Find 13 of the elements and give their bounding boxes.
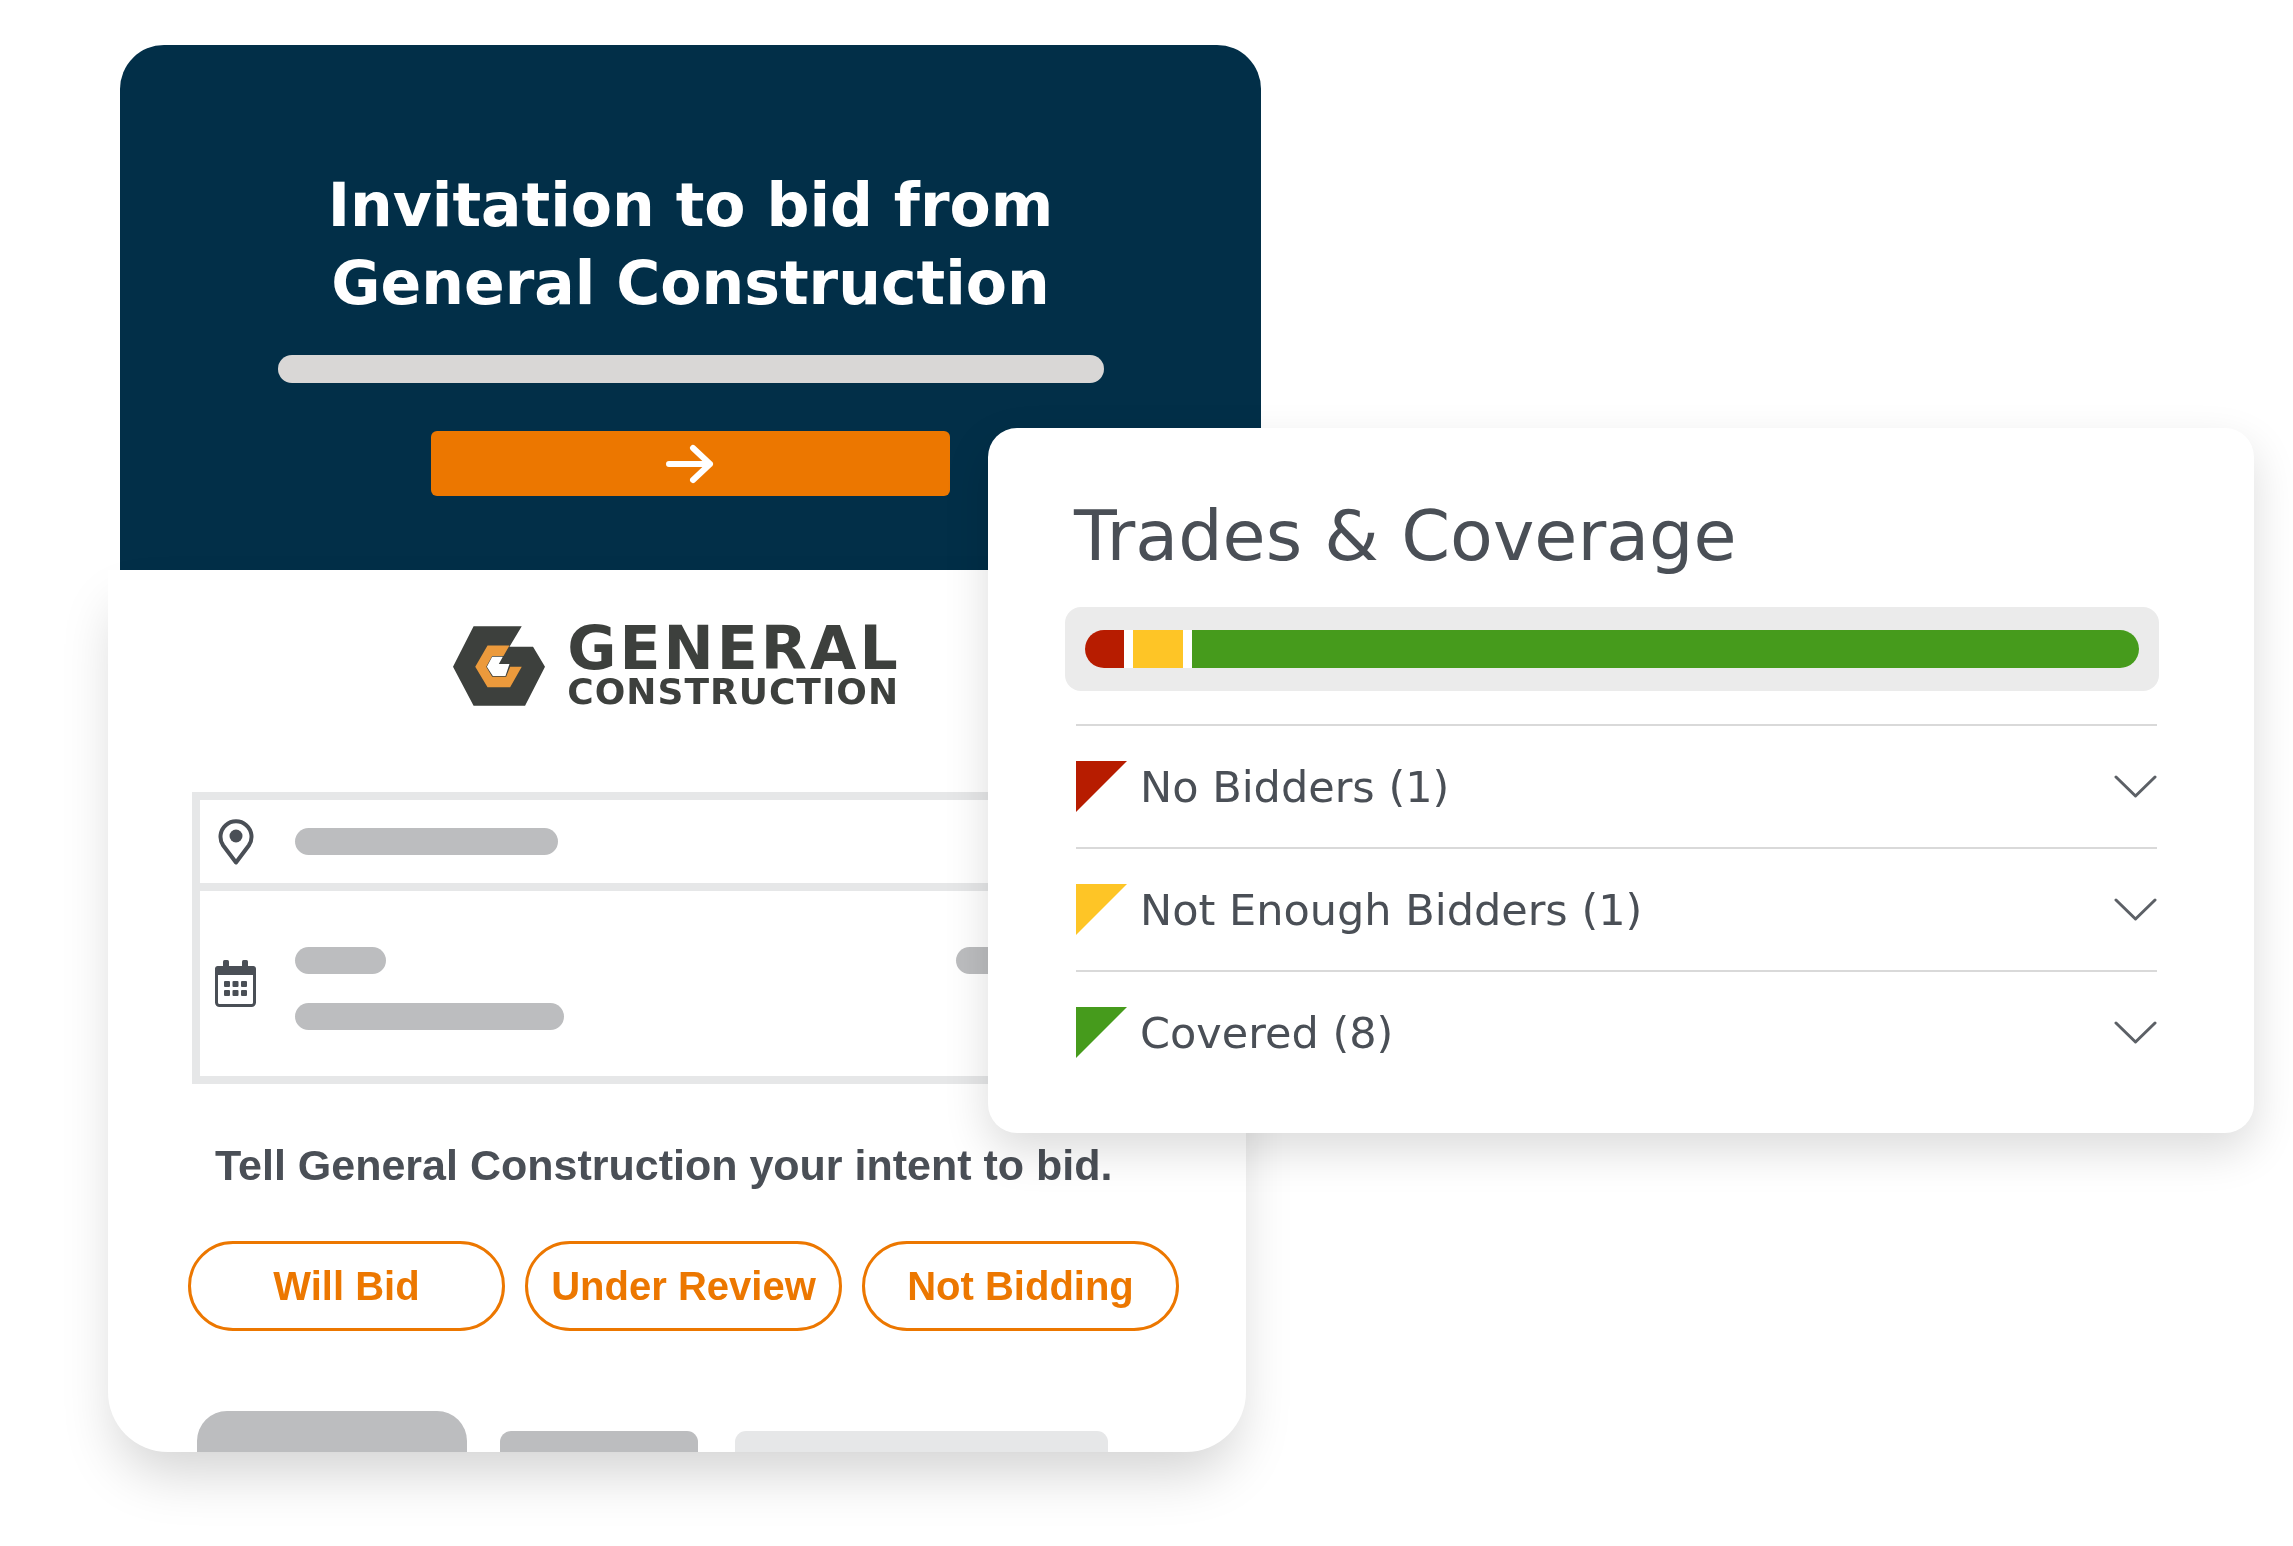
invitation-heading: Invitation to bid from General Construction <box>326 169 1055 320</box>
arrow-right-icon <box>666 443 715 484</box>
logo-subtitle: CONSTRUCTION <box>567 677 900 707</box>
accordion-row[interactable]: Not Enough Bidders (1) <box>1076 847 2157 970</box>
intent-prompt: Tell General Construction your intent to bid. <box>215 1140 1113 1190</box>
accordion-row[interactable]: Covered (8) <box>1076 970 2157 1093</box>
logo-wordmark: GENERAL <box>567 625 901 671</box>
location-pin-icon <box>218 818 254 865</box>
arrow-button[interactable] <box>431 431 950 496</box>
accordion-row[interactable]: No Bidders (1) <box>1076 724 2157 847</box>
card-title: Trades & Coverage <box>1074 494 1738 578</box>
calendar-icon <box>215 960 256 1007</box>
hexagon-logo-icon <box>453 626 546 706</box>
